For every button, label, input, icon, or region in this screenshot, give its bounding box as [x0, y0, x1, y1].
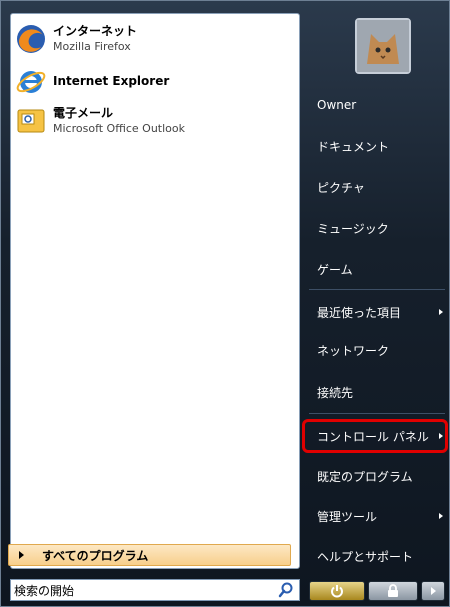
program-title: 電子メール	[53, 106, 114, 120]
start-menu: インターネット Mozilla Firefox Internet Explore…	[0, 0, 450, 607]
kitten-avatar-icon	[357, 20, 409, 72]
pinned-programs-pane: インターネット Mozilla Firefox Internet Explore…	[10, 13, 300, 569]
submenu-arrow-icon	[439, 513, 443, 519]
chevron-right-icon	[430, 587, 436, 595]
internet-explorer-icon	[15, 65, 47, 97]
user-avatar[interactable]	[355, 18, 411, 74]
right-item-label: ヘルプとサポート	[317, 549, 414, 564]
right-item-label: 管理ツール	[317, 509, 378, 524]
right-item-label: 最近使った項目	[317, 305, 402, 320]
program-subtitle: Microsoft Office Outlook	[53, 122, 185, 135]
submenu-arrow-icon	[439, 309, 443, 315]
program-item-firefox[interactable]: インターネット Mozilla Firefox	[15, 20, 293, 58]
program-subtitle: Mozilla Firefox	[53, 40, 131, 53]
all-programs-button[interactable]: すべてのプログラム	[8, 544, 291, 566]
program-title: インターネット	[53, 24, 138, 38]
program-item-internet-explorer[interactable]: Internet Explorer	[15, 62, 293, 100]
right-item-label: 接続先	[317, 385, 354, 400]
power-controls	[309, 581, 445, 603]
program-title: Internet Explorer	[53, 73, 170, 88]
right-item-label: ドキュメント	[317, 139, 390, 154]
right-item-connect-to[interactable]: 接続先	[305, 375, 445, 409]
search-box[interactable]: 検索の開始	[10, 579, 300, 601]
lock-icon	[388, 584, 398, 597]
right-item-label: ネットワーク	[317, 343, 390, 358]
outlook-icon	[15, 105, 47, 137]
right-item-owner[interactable]: Owner	[305, 88, 445, 122]
lock-button[interactable]	[368, 581, 418, 601]
right-arrow-icon	[19, 551, 24, 559]
power-button[interactable]	[309, 581, 365, 601]
search-icon	[277, 581, 295, 599]
right-item-pictures[interactable]: ピクチャ	[305, 170, 445, 204]
right-item-default-programs[interactable]: 既定のプログラム	[305, 459, 445, 493]
right-item-label: 既定のプログラム	[317, 469, 413, 484]
power-icon	[331, 585, 343, 598]
right-item-admin-tools[interactable]: 管理ツール	[305, 499, 445, 533]
right-item-label: Owner	[317, 98, 357, 112]
right-item-label: ミュージック	[317, 221, 389, 236]
program-item-outlook[interactable]: 電子メール Microsoft Office Outlook	[15, 102, 293, 140]
right-item-label: ピクチャ	[317, 180, 365, 195]
right-item-games[interactable]: ゲーム	[305, 252, 445, 286]
right-item-music[interactable]: ミュージック	[305, 211, 445, 245]
right-item-documents[interactable]: ドキュメント	[305, 129, 445, 163]
search-placeholder: 検索の開始	[14, 583, 75, 598]
menu-divider	[309, 289, 445, 290]
right-item-network[interactable]: ネットワーク	[305, 333, 445, 367]
firefox-icon	[15, 23, 47, 55]
right-item-label: ゲーム	[317, 262, 353, 277]
power-options-button[interactable]	[421, 581, 445, 601]
right-item-recent-items[interactable]: 最近使った項目	[305, 295, 445, 329]
right-item-help-support[interactable]: ヘルプとサポート	[305, 539, 445, 573]
menu-divider	[309, 413, 445, 414]
highlight-box	[302, 419, 448, 453]
all-programs-label: すべてのプログラム	[42, 548, 149, 563]
